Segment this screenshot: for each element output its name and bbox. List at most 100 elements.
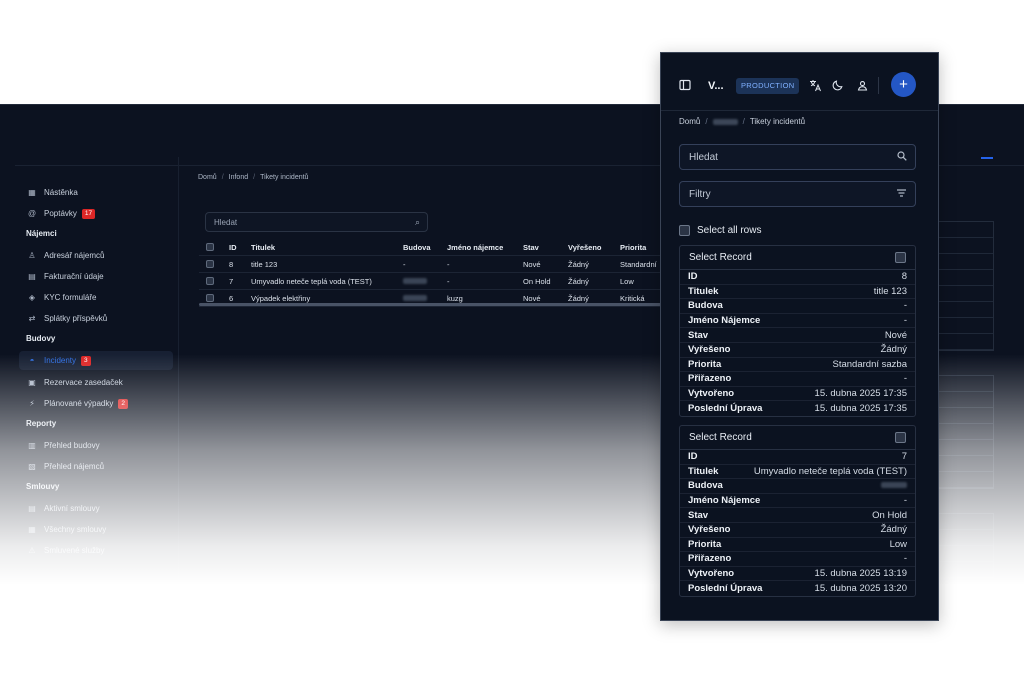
sidebar-item-all-contracts[interactable]: ▦ Všechny smlouvy: [19, 520, 173, 539]
translate-icon[interactable]: [808, 78, 822, 92]
plus-icon: +: [899, 76, 908, 93]
redacted-building: [881, 480, 907, 491]
sidebar-toggle-icon[interactable]: [678, 78, 692, 92]
mobile-view-panel: V... PRODUCTION + Domů / / Tikety incidentů…: [660, 52, 939, 621]
table-row[interactable]: 8 title 123 - - Nové Žádný Standardní: [199, 256, 661, 273]
outage-icon: ⚡: [29, 399, 35, 408]
mobile-topbar: V... PRODUCTION +: [661, 53, 938, 111]
record-field-resolved: Vyřešeno Žádný: [680, 523, 915, 538]
background-card-right-top: [938, 221, 994, 351]
sidebar-item-room-booking[interactable]: ▣ Rezervace zasedaček: [19, 373, 173, 392]
search-icon: ⌕: [414, 217, 420, 227]
select-all-rows[interactable]: Select all rows: [679, 225, 761, 236]
sidebar-item-tenant-overview[interactable]: ▧ Přehled nájemců: [19, 457, 173, 476]
building-icon: ▥: [28, 441, 36, 450]
row-checkbox[interactable]: [206, 294, 214, 302]
sidebar-item-building-overview[interactable]: ▥ Přehled budovy: [19, 436, 173, 455]
record-card-header: Select Record: [680, 246, 915, 270]
record-field-priority: Priorita Standardní sazba: [680, 358, 915, 373]
record-field-priority: Priorita Low: [680, 538, 915, 553]
filters-button[interactable]: Filtry: [679, 181, 916, 207]
row-checkbox[interactable]: [206, 277, 214, 285]
select-all-checkbox[interactable]: [206, 243, 214, 251]
contracts-icon: ▦: [28, 525, 36, 534]
record-field-id: ID 7: [680, 450, 915, 465]
background-card-right-bottom: [938, 513, 994, 579]
kyc-icon: ◈: [28, 293, 36, 302]
at-icon: @: [27, 209, 37, 218]
user-icon: ♙: [28, 251, 36, 260]
search-input[interactable]: Hledat: [679, 144, 916, 170]
record-field-status: Stav Nové: [680, 328, 915, 343]
sidebar-item-active-contracts[interactable]: ▤ Aktivní smlouvy: [19, 499, 173, 518]
mobile-breadcrumb: Domů / / Tikety incidentů: [679, 117, 806, 126]
add-button[interactable]: +: [891, 72, 916, 97]
service-icon: ⚠: [28, 546, 36, 555]
redacted-building: [403, 294, 427, 303]
record-field-resolved: Vyřešeno Žádný: [680, 343, 915, 358]
breadcrumb-infond[interactable]: Infond: [229, 174, 248, 181]
sidebar-group-tenants: Nájemci: [26, 229, 57, 238]
table-horizontal-scrollbar[interactable]: [199, 303, 661, 306]
record-field-status: Stav On Hold: [680, 508, 915, 523]
breadcrumb-home[interactable]: Domů: [198, 174, 217, 181]
sidebar-item-kyc[interactable]: ◈ KYC formuláře: [19, 288, 173, 307]
app-title: V...: [708, 80, 724, 92]
search-icon: [897, 151, 907, 164]
breadcrumb-current: Tikety incidentů: [749, 117, 806, 126]
record-field-updated: Poslední Úprava 15. dubna 2025 17:35: [688, 403, 907, 415]
record-field-building: Budova -: [680, 299, 915, 314]
record-field-created: Vytvořeno 15. dubna 2025 17:35: [680, 387, 915, 402]
redacted-building: [403, 277, 427, 286]
sidebar-item-billing[interactable]: ▤ Fakturační údaje: [19, 267, 173, 286]
sidebar-item-payments[interactable]: ⇄ Splátky příspěvků: [19, 309, 173, 328]
payment-icon: ⇄: [28, 314, 36, 323]
record-field-title: Titulek Umyvadlo neteče teplá voda (TEST): [680, 465, 915, 480]
sidebar-item-contracted-services[interactable]: ⚠ Smluvené služby: [19, 541, 173, 560]
user-icon[interactable]: [855, 78, 869, 92]
select-record-checkbox[interactable]: [895, 252, 906, 263]
record-card: Select Record ID 8 Titulek title 123 Budov…: [679, 245, 916, 417]
record-field-id: ID 8: [680, 270, 915, 285]
report-icon: ▧: [28, 462, 36, 471]
breadcrumb-redacted[interactable]: [712, 118, 738, 125]
table-row[interactable]: 7 Umyvadlo neteče teplá voda (TEST) - On…: [199, 273, 661, 290]
sidebar: ▦ Nástěnka @ Poptávky 17 Nájemci ♙ Adres…: [15, 157, 179, 584]
incidents-count-badge: 3: [81, 355, 91, 366]
outages-count-badge: 2: [118, 398, 129, 409]
sidebar-item-tenant-directory[interactable]: ♙ Adresář nájemců: [19, 246, 173, 265]
table-header-row: ID Titulek Budova Jméno nájemce Stav Vyř…: [199, 239, 661, 256]
record-field-tenant: Jméno Nájemce -: [680, 314, 915, 329]
record-field-title: Titulek title 123: [680, 285, 915, 300]
sidebar-item-planned-outages[interactable]: ⚡ Plánované výpadky 2: [19, 394, 173, 413]
background-card-right-mid: [938, 375, 994, 489]
moon-icon[interactable]: [831, 78, 845, 92]
sidebar-group-contracts: Smlouvy: [26, 482, 60, 491]
record-card: Select Record ID 7 Titulek Umyvadlo neteče…: [679, 425, 916, 597]
search-input[interactable]: Hledat ⌕: [205, 212, 428, 232]
topbar-divider: [878, 77, 879, 94]
row-checkbox[interactable]: [206, 260, 214, 268]
record-field-created: Vytvořeno 15. dubna 2025 13:19: [680, 567, 915, 582]
sidebar-group-buildings: Budovy: [26, 334, 56, 343]
breadcrumb-current: Tikety incidentů: [260, 174, 309, 181]
sidebar-group-reports: Reporty: [26, 419, 57, 428]
select-record-checkbox[interactable]: [895, 432, 906, 443]
select-all-checkbox[interactable]: [679, 225, 690, 236]
dashboard-icon: ▦: [28, 188, 36, 197]
sidebar-item-incidents[interactable]: ◓ Incidenty 3: [19, 351, 173, 370]
incident-icon: ◓: [29, 356, 35, 365]
requests-count-badge: 17: [81, 208, 96, 219]
filter-icon: [896, 188, 907, 201]
sidebar-item-dashboard[interactable]: ▦ Nástěnka: [19, 183, 173, 202]
header-accent: [981, 157, 993, 159]
record-field-building: Budova: [680, 479, 915, 494]
sidebar-item-requests[interactable]: @ Poptávky 17: [19, 204, 173, 223]
breadcrumb: Domů / Infond / Tikety incidentů: [198, 174, 309, 181]
record-field-assigned: Přiřazeno -: [680, 552, 915, 567]
breadcrumb-home[interactable]: Domů: [679, 117, 700, 126]
environment-badge: PRODUCTION: [736, 78, 800, 94]
record-field-assigned: Přiřazeno -: [680, 372, 915, 387]
calendar-icon: ▣: [28, 378, 36, 387]
record-field-tenant: Jméno Nájemce -: [680, 494, 915, 509]
